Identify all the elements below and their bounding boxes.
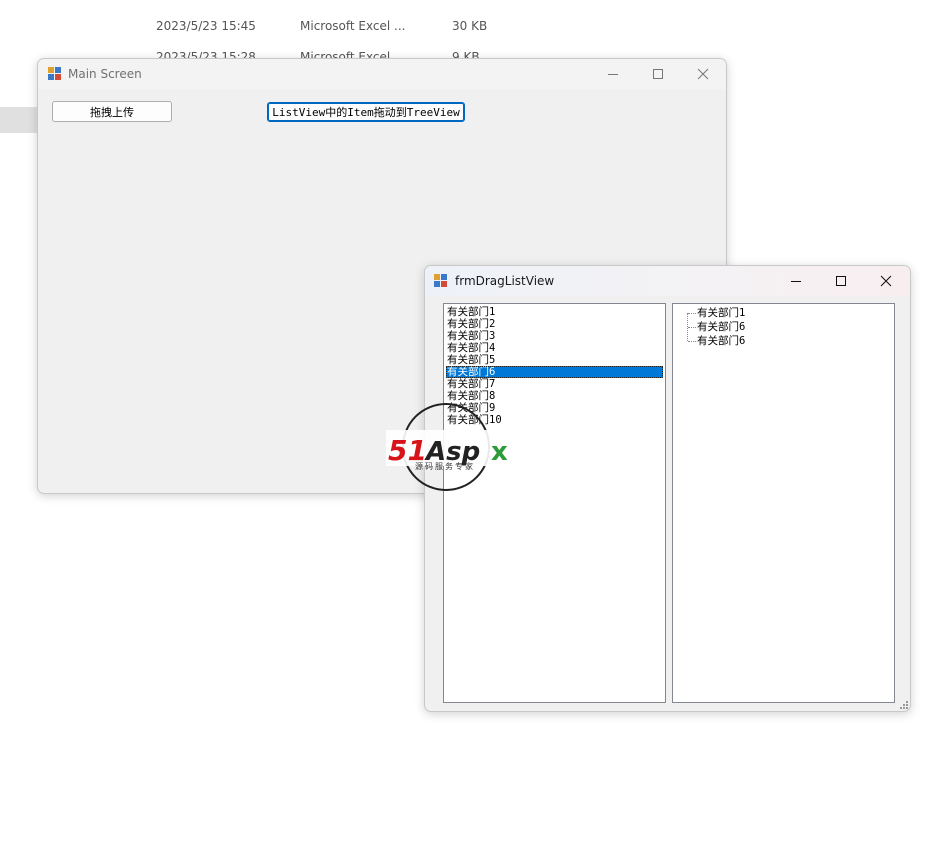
tree-connector bbox=[688, 327, 696, 328]
close-button[interactable] bbox=[680, 59, 726, 89]
winforms-app-icon bbox=[434, 274, 448, 288]
maximize-icon bbox=[836, 276, 846, 286]
explorer-size: 9 KB bbox=[452, 50, 480, 58]
explorer-row: 2023/5/23 15:28 Microsoft Excel ... 9 KB bbox=[156, 50, 496, 58]
drag-titlebar[interactable]: frmDragListView bbox=[425, 266, 910, 296]
logo-tagline: 源码服务专家 bbox=[415, 461, 475, 471]
department-listview[interactable]: 有关部门1 有关部门2 有关部门3 有关部门4 有关部门5 有关部门6 有关部门… bbox=[443, 303, 666, 703]
minimize-button[interactable] bbox=[590, 59, 636, 89]
explorer-date: 2023/5/23 15:45 bbox=[156, 19, 256, 33]
51aspx-watermark: 51 Asp x 源码服务专家 bbox=[386, 400, 516, 495]
logo-x: x bbox=[491, 437, 508, 467]
tree-node[interactable]: 有关部门6 bbox=[697, 320, 745, 334]
list-item[interactable]: 有关部门6 bbox=[446, 366, 663, 378]
maximize-icon bbox=[653, 69, 663, 79]
list-item[interactable]: 有关部门5 bbox=[446, 354, 663, 366]
maximize-button[interactable] bbox=[818, 266, 864, 296]
51aspx-logo-icon: 51 Asp x 源码服务专家 bbox=[386, 403, 516, 491]
explorer-size: 30 KB bbox=[452, 19, 488, 33]
main-window-title: Main Screen bbox=[68, 67, 142, 81]
listview-to-treeview-button[interactable]: ListView中的Item拖动到TreeView bbox=[267, 102, 465, 122]
close-icon bbox=[697, 68, 709, 80]
background-selection-strip bbox=[0, 107, 38, 133]
close-icon bbox=[880, 275, 892, 287]
close-button[interactable] bbox=[863, 266, 909, 296]
list-item[interactable]: 有关部门2 bbox=[446, 318, 663, 330]
maximize-button[interactable] bbox=[635, 59, 681, 89]
explorer-date: 2023/5/23 15:28 bbox=[156, 50, 256, 58]
tree-node[interactable]: 有关部门1 bbox=[697, 306, 745, 320]
explorer-row: 2023/5/23 15:45 Microsoft Excel ... 30 K… bbox=[156, 19, 496, 37]
list-item[interactable]: 有关部门1 bbox=[446, 306, 663, 318]
resize-grip-icon[interactable] bbox=[899, 700, 909, 710]
drag-window-title: frmDragListView bbox=[455, 274, 555, 288]
explorer-type: Microsoft Excel ... bbox=[300, 50, 406, 58]
winforms-app-icon bbox=[48, 67, 62, 81]
main-titlebar[interactable]: Main Screen bbox=[38, 59, 726, 89]
minimize-button[interactable] bbox=[773, 266, 819, 296]
minimize-icon bbox=[608, 74, 618, 75]
drag-upload-button[interactable]: 拖拽上传 bbox=[52, 101, 172, 122]
list-item[interactable]: 有关部门4 bbox=[446, 342, 663, 354]
department-treeview[interactable]: 有关部门1 有关部门6 有关部门6 bbox=[672, 303, 895, 703]
list-item[interactable]: 有关部门3 bbox=[446, 330, 663, 342]
list-item[interactable]: 有关部门7 bbox=[446, 378, 663, 390]
explorer-type: Microsoft Excel ... bbox=[300, 19, 406, 33]
minimize-icon bbox=[791, 281, 801, 282]
tree-node[interactable]: 有关部门6 bbox=[697, 334, 745, 348]
tree-connector bbox=[688, 341, 696, 342]
tree-connector bbox=[688, 313, 696, 314]
